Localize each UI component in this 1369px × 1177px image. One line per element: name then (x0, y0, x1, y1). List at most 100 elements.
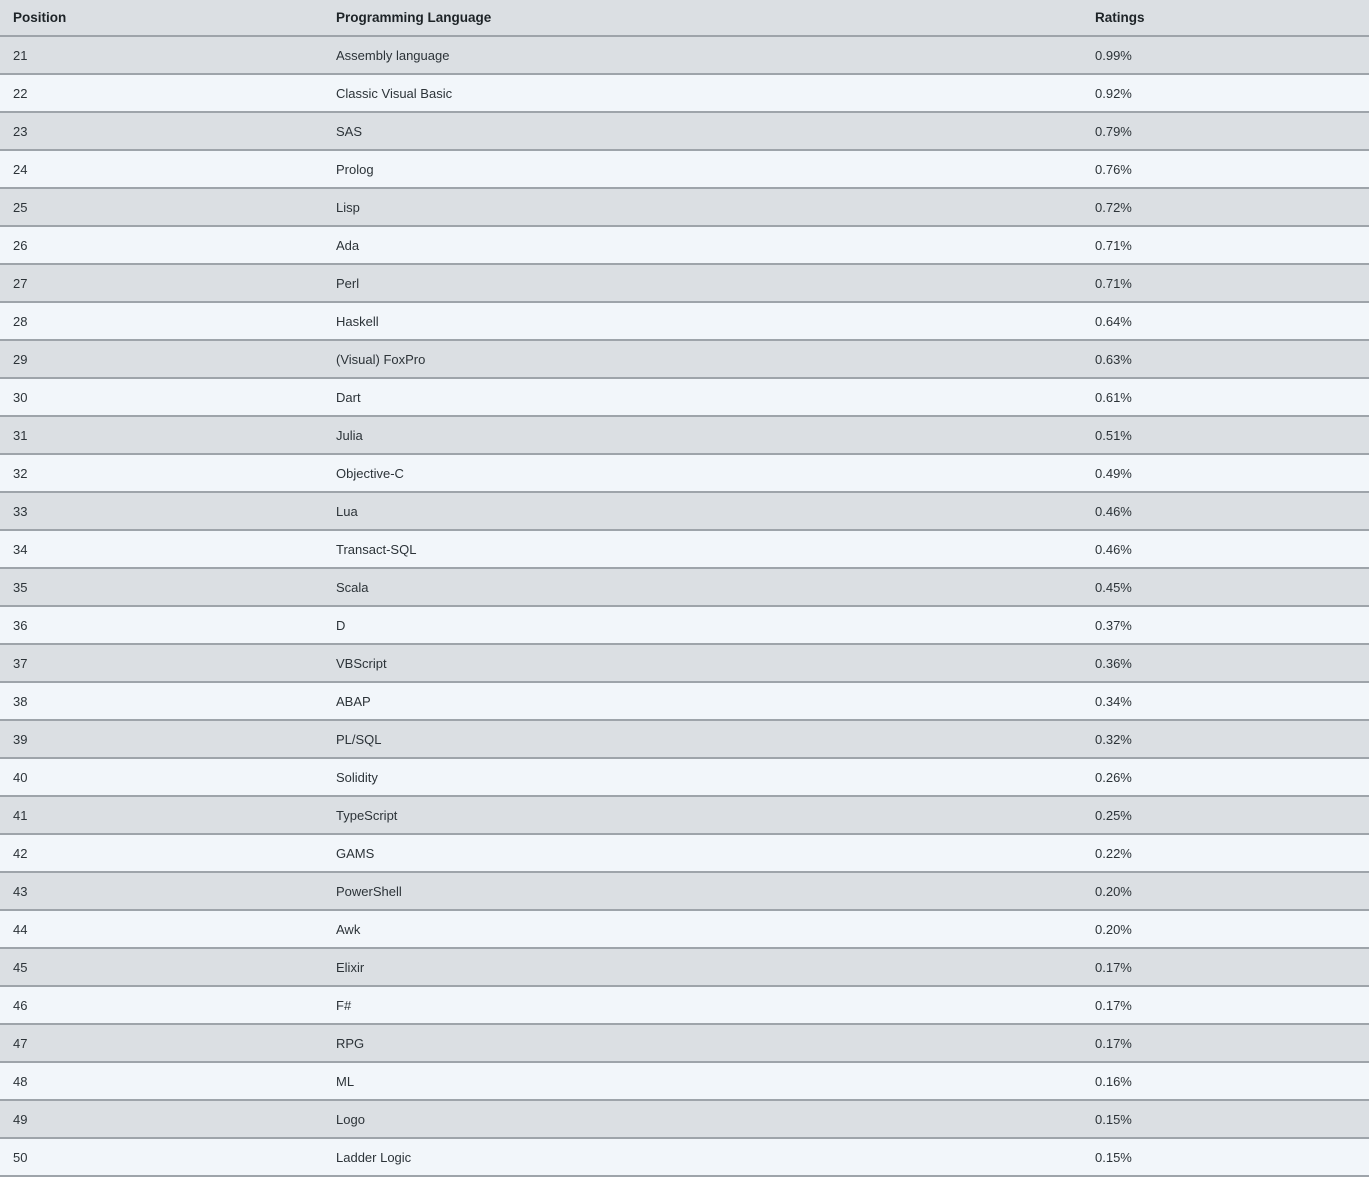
cell-position: 22 (0, 74, 318, 113)
cell-position: 50 (0, 1138, 318, 1177)
cell-ratings: 0.45% (1080, 568, 1369, 607)
table-row[interactable]: 44 Awk 0.20% (0, 910, 1369, 949)
column-header-programming-language[interactable]: Programming Language (318, 0, 1080, 37)
cell-programming-language: GAMS (318, 834, 1080, 873)
cell-ratings: 0.36% (1080, 644, 1369, 683)
cell-position: 32 (0, 454, 318, 493)
cell-position: 40 (0, 758, 318, 797)
table-row[interactable]: 34 Transact-SQL 0.46% (0, 530, 1369, 569)
cell-programming-language: Perl (318, 264, 1080, 303)
table-row[interactable]: 26 Ada 0.71% (0, 226, 1369, 265)
cell-position: 35 (0, 568, 318, 607)
cell-ratings: 0.63% (1080, 340, 1369, 379)
table-header-row: Position Programming Language Ratings (0, 0, 1369, 37)
cell-position: 41 (0, 796, 318, 835)
table-row[interactable]: 39 PL/SQL 0.32% (0, 720, 1369, 759)
cell-ratings: 0.17% (1080, 986, 1369, 1025)
cell-ratings: 0.64% (1080, 302, 1369, 341)
table-row[interactable]: 23 SAS 0.79% (0, 112, 1369, 151)
cell-programming-language: (Visual) FoxPro (318, 340, 1080, 379)
table-row[interactable]: 40 Solidity 0.26% (0, 758, 1369, 797)
table-row[interactable]: 25 Lisp 0.72% (0, 188, 1369, 227)
table-row[interactable]: 35 Scala 0.45% (0, 568, 1369, 607)
table-row[interactable]: 48 ML 0.16% (0, 1062, 1369, 1101)
table-row[interactable]: 31 Julia 0.51% (0, 416, 1369, 455)
table-row[interactable]: 49 Logo 0.15% (0, 1100, 1369, 1139)
table-row[interactable]: 27 Perl 0.71% (0, 264, 1369, 303)
cell-position: 45 (0, 948, 318, 987)
cell-ratings: 0.22% (1080, 834, 1369, 873)
table-row[interactable]: 24 Prolog 0.76% (0, 150, 1369, 189)
cell-ratings: 0.46% (1080, 530, 1369, 569)
cell-programming-language: Awk (318, 910, 1080, 949)
cell-ratings: 0.20% (1080, 910, 1369, 949)
cell-position: 44 (0, 910, 318, 949)
cell-position: 48 (0, 1062, 318, 1101)
cell-ratings: 0.72% (1080, 188, 1369, 227)
table-row[interactable]: 38 ABAP 0.34% (0, 682, 1369, 721)
cell-programming-language: Julia (318, 416, 1080, 455)
table-row[interactable]: 22 Classic Visual Basic 0.92% (0, 74, 1369, 113)
cell-ratings: 0.25% (1080, 796, 1369, 835)
cell-ratings: 0.61% (1080, 378, 1369, 417)
table-row[interactable]: 46 F# 0.17% (0, 986, 1369, 1025)
cell-ratings: 0.46% (1080, 492, 1369, 531)
cell-ratings: 0.15% (1080, 1138, 1369, 1177)
cell-position: 49 (0, 1100, 318, 1139)
cell-position: 38 (0, 682, 318, 721)
cell-position: 47 (0, 1024, 318, 1063)
table-row[interactable]: 21 Assembly language 0.99% (0, 36, 1369, 75)
cell-position: 24 (0, 150, 318, 189)
cell-position: 36 (0, 606, 318, 645)
cell-ratings: 0.17% (1080, 1024, 1369, 1063)
table-body: 21 Assembly language 0.99% 22 Classic Visual… (0, 36, 1369, 1177)
cell-position: 37 (0, 644, 318, 683)
cell-position: 28 (0, 302, 318, 341)
table-row[interactable]: 36 D 0.37% (0, 606, 1369, 645)
cell-programming-language: TypeScript (318, 796, 1080, 835)
cell-position: 27 (0, 264, 318, 303)
cell-position: 43 (0, 872, 318, 911)
cell-position: 21 (0, 36, 318, 75)
cell-ratings: 0.92% (1080, 74, 1369, 113)
cell-programming-language: Prolog (318, 150, 1080, 189)
cell-programming-language: Scala (318, 568, 1080, 607)
cell-programming-language: Logo (318, 1100, 1080, 1139)
column-header-ratings[interactable]: Ratings (1080, 0, 1369, 37)
table-row[interactable]: 41 TypeScript 0.25% (0, 796, 1369, 835)
cell-position: 42 (0, 834, 318, 873)
cell-programming-language: Lua (318, 492, 1080, 531)
cell-programming-language: Objective-C (318, 454, 1080, 493)
cell-ratings: 0.71% (1080, 264, 1369, 303)
cell-ratings: 0.99% (1080, 36, 1369, 75)
table-row[interactable]: 50 Ladder Logic 0.15% (0, 1138, 1369, 1177)
cell-position: 34 (0, 530, 318, 569)
cell-ratings: 0.32% (1080, 720, 1369, 759)
table-row[interactable]: 37 VBScript 0.36% (0, 644, 1369, 683)
table-row[interactable]: 42 GAMS 0.22% (0, 834, 1369, 873)
cell-position: 29 (0, 340, 318, 379)
table-row[interactable]: 28 Haskell 0.64% (0, 302, 1369, 341)
table-row[interactable]: 33 Lua 0.46% (0, 492, 1369, 531)
cell-position: 33 (0, 492, 318, 531)
cell-programming-language: ABAP (318, 682, 1080, 721)
cell-position: 26 (0, 226, 318, 265)
cell-programming-language: F# (318, 986, 1080, 1025)
cell-ratings: 0.26% (1080, 758, 1369, 797)
cell-programming-language: SAS (318, 112, 1080, 151)
cell-ratings: 0.15% (1080, 1100, 1369, 1139)
table-row[interactable]: 30 Dart 0.61% (0, 378, 1369, 417)
table-row[interactable]: 43 PowerShell 0.20% (0, 872, 1369, 911)
cell-ratings: 0.20% (1080, 872, 1369, 911)
cell-programming-language: PL/SQL (318, 720, 1080, 759)
cell-ratings: 0.79% (1080, 112, 1369, 151)
table-row[interactable]: 47 RPG 0.17% (0, 1024, 1369, 1063)
table-row[interactable]: 29 (Visual) FoxPro 0.63% (0, 340, 1369, 379)
table-row[interactable]: 45 Elixir 0.17% (0, 948, 1369, 987)
cell-position: 31 (0, 416, 318, 455)
column-header-position[interactable]: Position (0, 0, 318, 37)
table-row[interactable]: 32 Objective-C 0.49% (0, 454, 1369, 493)
cell-programming-language: Assembly language (318, 36, 1080, 75)
cell-position: 30 (0, 378, 318, 417)
cell-ratings: 0.51% (1080, 416, 1369, 455)
